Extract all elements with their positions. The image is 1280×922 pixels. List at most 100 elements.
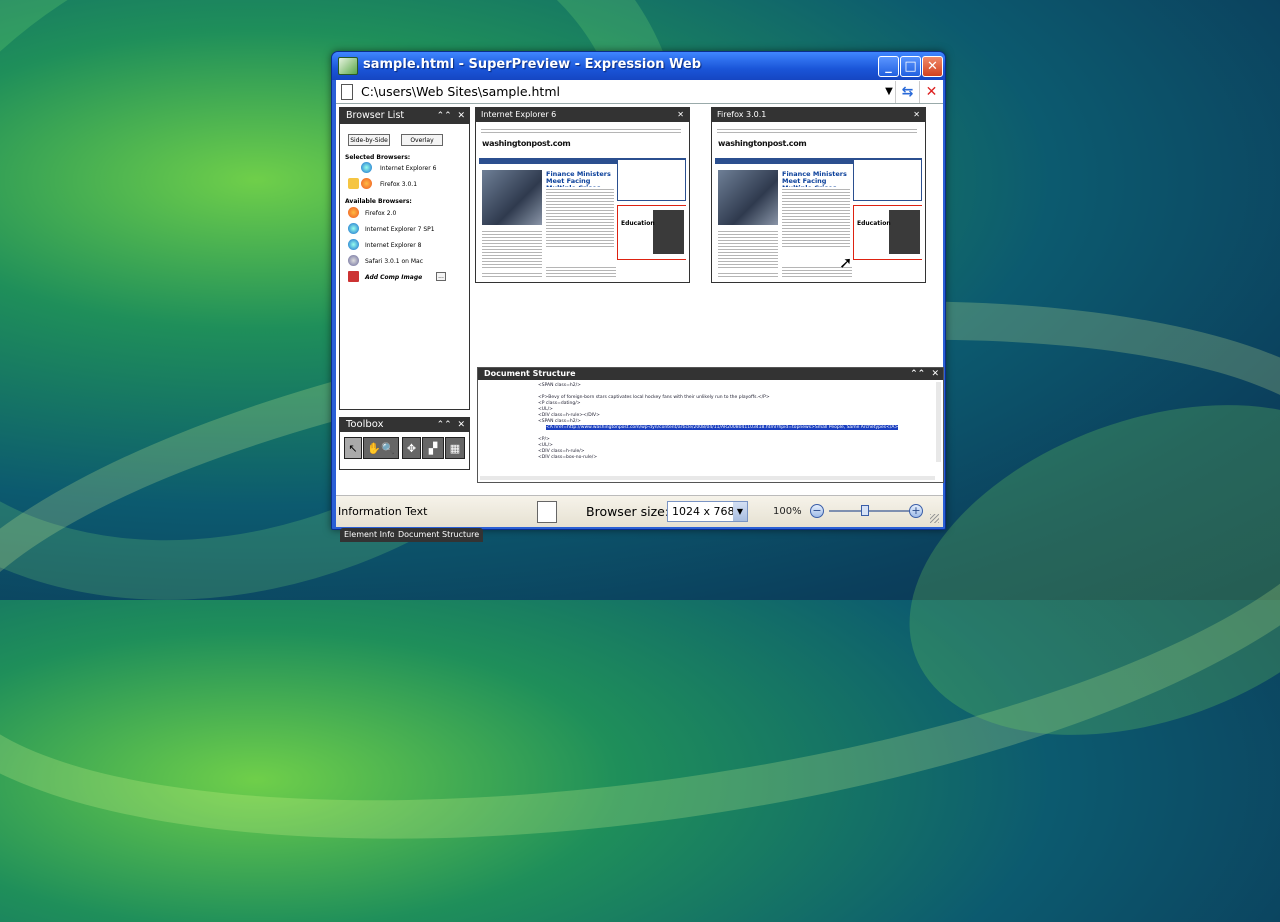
title-bar[interactable]: sample.html - SuperPreview - Expression … — [332, 52, 945, 80]
tree-node[interactable]: <P/> — [538, 437, 550, 442]
pointer-tool-icon[interactable]: ↖ — [344, 437, 362, 459]
browser-item[interactable]: Firefox 2.0 — [365, 210, 396, 217]
move-tool-icon[interactable]: ✥ — [402, 437, 421, 459]
swap-icon[interactable]: ⇆ — [895, 80, 919, 103]
maximize-button[interactable]: □ — [900, 56, 921, 77]
preview-title: Internet Explorer 6 — [481, 110, 557, 119]
tree-node[interactable]: <SPAN class=h2/> — [538, 383, 581, 388]
page-topnav — [481, 127, 681, 135]
grid-tool-icon[interactable]: ▦ — [445, 437, 465, 459]
zoom-slider-track[interactable] — [829, 510, 915, 512]
browser-item[interactable]: Firefox 3.0.1 — [380, 181, 417, 188]
resize-grip-icon[interactable] — [930, 514, 939, 523]
panel-title: Document Structure — [484, 369, 576, 378]
side-by-side-button[interactable]: Side-by-Side — [348, 134, 390, 146]
zoom-in-icon[interactable]: + — [909, 504, 923, 518]
tree-node[interactable]: <UL/> — [538, 443, 553, 448]
preview-panel-firefox: Firefox 3.0.1 ✕ washingtonpost.com Finan… — [711, 107, 926, 283]
box-title: Education — [857, 220, 891, 227]
ie-icon — [348, 223, 359, 234]
scrollbar[interactable] — [936, 382, 941, 462]
panel-header: Document Structure ⌃⌃ ✕ — [478, 368, 943, 380]
chevron-down-icon[interactable]: ▼ — [883, 86, 895, 97]
tree-node[interactable]: <P>Bevy of foreign-born stars captivates… — [538, 395, 770, 400]
tree-node-selected[interactable]: <A href=http://www.washingtonpost.com/wp… — [546, 425, 899, 430]
pan-zoom-tool-icon[interactable]: ✋🔍 — [363, 437, 399, 459]
rendered-page[interactable]: washingtonpost.com Finance Ministers Mee… — [715, 125, 922, 279]
tree-node[interactable]: <DIV class=h-rule/> — [538, 449, 585, 454]
zoom-slider-thumb[interactable] — [861, 505, 869, 516]
information-text: Information Text — [338, 505, 428, 518]
article-text — [718, 271, 778, 279]
browser-item[interactable]: Internet Explorer 8 — [365, 242, 421, 249]
close-icon[interactable]: ✕ — [677, 108, 684, 122]
page-topnav — [717, 127, 917, 135]
article-text — [546, 187, 614, 247]
panel-header: Toolbox ⌃⌃ ✕ — [340, 418, 469, 432]
chevron-down-icon[interactable]: ▼ — [733, 502, 747, 521]
tab-element-info[interactable]: Element Info — [340, 528, 399, 542]
window-content: C:\users\Web Sites\sample.html ▼ ⇆ ✕ Bro… — [336, 80, 944, 542]
window-title: sample.html - SuperPreview - Expression … — [363, 57, 702, 72]
comp-image-icon — [348, 271, 359, 282]
browser-size-select[interactable]: 1024 x 768 ▼ — [667, 501, 748, 522]
app-icon[interactable] — [338, 57, 358, 75]
zoom-out-icon[interactable]: − — [810, 504, 824, 518]
star-icon[interactable] — [348, 178, 359, 189]
status-bar: Information Text Browser size: 1024 x 76… — [336, 495, 943, 527]
close-button[interactable]: ✕ — [922, 56, 943, 77]
rendered-page[interactable]: washingtonpost.com Finance Ministers Mee… — [479, 125, 686, 279]
education-box: Education — [853, 205, 922, 260]
zoom-level: 100% — [773, 506, 802, 517]
horizontal-scrollbar[interactable] — [480, 476, 935, 480]
education-box: Education — [617, 205, 686, 260]
overlay-button[interactable]: Overlay — [401, 134, 443, 146]
close-icon[interactable]: ✕ — [919, 80, 943, 103]
notes-icon[interactable] — [537, 501, 557, 523]
news-photo — [482, 170, 542, 225]
preview-title: Firefox 3.0.1 — [717, 110, 767, 119]
selected-browsers-heading: Selected Browsers: — [345, 154, 411, 161]
browser-item[interactable]: Safari 3.0.1 on Mac — [365, 258, 423, 265]
address-input[interactable]: C:\users\Web Sites\sample.html — [361, 84, 883, 99]
toolbox-panel: Toolbox ⌃⌃ ✕ ↖ ✋🔍 ✥ ▞ ▦ — [339, 417, 470, 470]
box-photo — [653, 210, 684, 254]
preview-panel-ie6: Internet Explorer 6 ✕ washingtonpost.com… — [475, 107, 690, 283]
tree-node[interactable]: <DIV class=h-rule></DIV> — [538, 413, 600, 418]
firefox-icon — [361, 178, 372, 189]
address-bar: C:\users\Web Sites\sample.html ▼ ⇆ ✕ — [336, 80, 943, 104]
tree-node[interactable]: <SPAN class=h2/> — [538, 419, 581, 424]
panel-controls[interactable]: ⌃⌃ ✕ — [437, 418, 465, 432]
browse-button[interactable]: ... — [436, 272, 446, 281]
tab-document-structure[interactable]: Document Structure — [394, 528, 484, 542]
safari-icon — [348, 255, 359, 266]
article-text — [718, 229, 778, 269]
preview-header: Firefox 3.0.1 ✕ — [712, 108, 925, 122]
tree-node[interactable]: <DIV class=box-no-rule/> — [538, 455, 597, 460]
close-icon[interactable]: ✕ — [913, 108, 920, 122]
panel-title: Browser List — [346, 110, 405, 121]
document-structure-panel: Document Structure ⌃⌃ ✕ <SPAN class=h2/>… — [477, 367, 944, 483]
article-text — [546, 265, 616, 279]
panel-controls[interactable]: ⌃⌃ ✕ — [910, 368, 939, 380]
article-text — [482, 271, 542, 279]
tree-node[interactable]: <P class=dating/> — [538, 401, 580, 406]
browser-size-label: Browser size: — [586, 504, 670, 519]
panel-header: Browser List ⌃⌃ ✕ — [340, 108, 469, 124]
add-comp-image-link[interactable]: Add Comp Image — [365, 274, 422, 281]
tree-node[interactable]: <UL/> — [538, 407, 553, 412]
weather-box — [617, 159, 686, 201]
minimize-button[interactable]: _ — [878, 56, 899, 77]
ie-icon — [361, 162, 372, 173]
ie-icon — [348, 239, 359, 250]
weather-box — [853, 159, 922, 201]
browser-list-panel: Browser List ⌃⌃ ✕ Side-by-Side Overlay S… — [339, 107, 470, 410]
browser-item[interactable]: Internet Explorer 7 SP1 — [365, 226, 435, 233]
cursor-icon: ➚ — [839, 253, 853, 272]
browser-item[interactable]: Internet Explorer 6 — [380, 165, 436, 172]
site-logo: washingtonpost.com — [482, 139, 571, 148]
box-photo — [889, 210, 920, 254]
panel-controls[interactable]: ⌃⌃ ✕ — [437, 108, 465, 124]
layout-tool-icon[interactable]: ▞ — [422, 437, 444, 459]
browser-size-value: 1024 x 768 — [672, 505, 735, 518]
